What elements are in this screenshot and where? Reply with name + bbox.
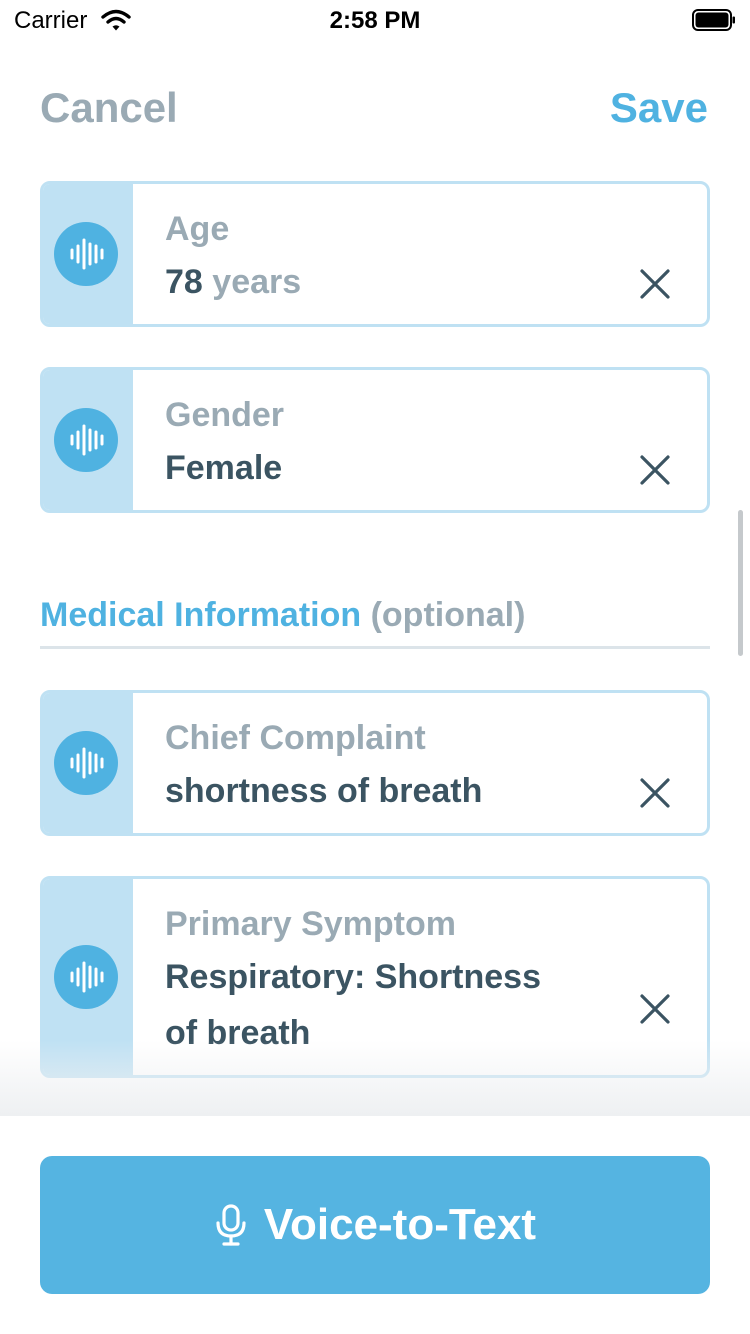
clear-icon[interactable]	[637, 266, 673, 302]
scrollbar[interactable]	[738, 510, 743, 656]
clock-time: 2:58 PM	[329, 7, 421, 34]
bottom-fade	[0, 1040, 750, 1116]
clear-icon[interactable]	[637, 775, 673, 811]
save-button[interactable]: Save	[610, 84, 708, 132]
audio-waveform-icon	[70, 747, 104, 779]
clear-icon[interactable]	[637, 991, 673, 1027]
voice-to-text-button[interactable]: Voice-to-Text	[40, 1156, 710, 1294]
section-title: Medical Information (optional)	[40, 596, 525, 635]
voice-input-button[interactable]	[54, 222, 118, 286]
field-value: shortness of breath	[165, 772, 483, 810]
voice-input-button[interactable]	[54, 945, 118, 1009]
clear-icon[interactable]	[637, 452, 673, 488]
chief-complaint-field[interactable]: Chief Complaint shortness of breath	[40, 690, 710, 836]
field-value-line-1: Respiratory: Shortness	[165, 958, 541, 996]
microphone-icon	[216, 1204, 246, 1246]
field-label: Primary Symptom	[165, 905, 456, 943]
section-divider	[40, 646, 710, 649]
status-bar: Carrier 2:58 PM	[0, 0, 750, 40]
voice-input-panel	[43, 693, 133, 833]
voice-input-panel	[43, 370, 133, 510]
section-optional-label: (optional)	[370, 596, 526, 634]
field-label: Gender	[165, 396, 285, 434]
age-unit: years	[212, 263, 302, 301]
field-value: 78 years	[165, 254, 301, 310]
audio-waveform-icon	[70, 238, 104, 270]
cancel-button[interactable]: Cancel	[40, 84, 178, 132]
voice-input-button[interactable]	[54, 731, 118, 795]
field-label: Age	[165, 210, 230, 248]
voice-input-panel	[43, 184, 133, 324]
audio-waveform-icon	[70, 424, 104, 456]
battery-icon	[692, 9, 735, 31]
age-field[interactable]: Age 78 years	[40, 181, 710, 327]
field-value: Female	[165, 449, 283, 487]
voice-to-text-label: Voice-to-Text	[263, 1200, 537, 1249]
gender-field[interactable]: Gender Female	[40, 367, 710, 513]
field-label: Chief Complaint	[165, 719, 426, 757]
audio-waveform-icon	[70, 961, 104, 993]
nav-bar: Cancel Save	[0, 80, 750, 140]
voice-input-button[interactable]	[54, 408, 118, 472]
section-title-text: Medical Information	[40, 596, 362, 634]
age-number: 78	[165, 263, 203, 301]
